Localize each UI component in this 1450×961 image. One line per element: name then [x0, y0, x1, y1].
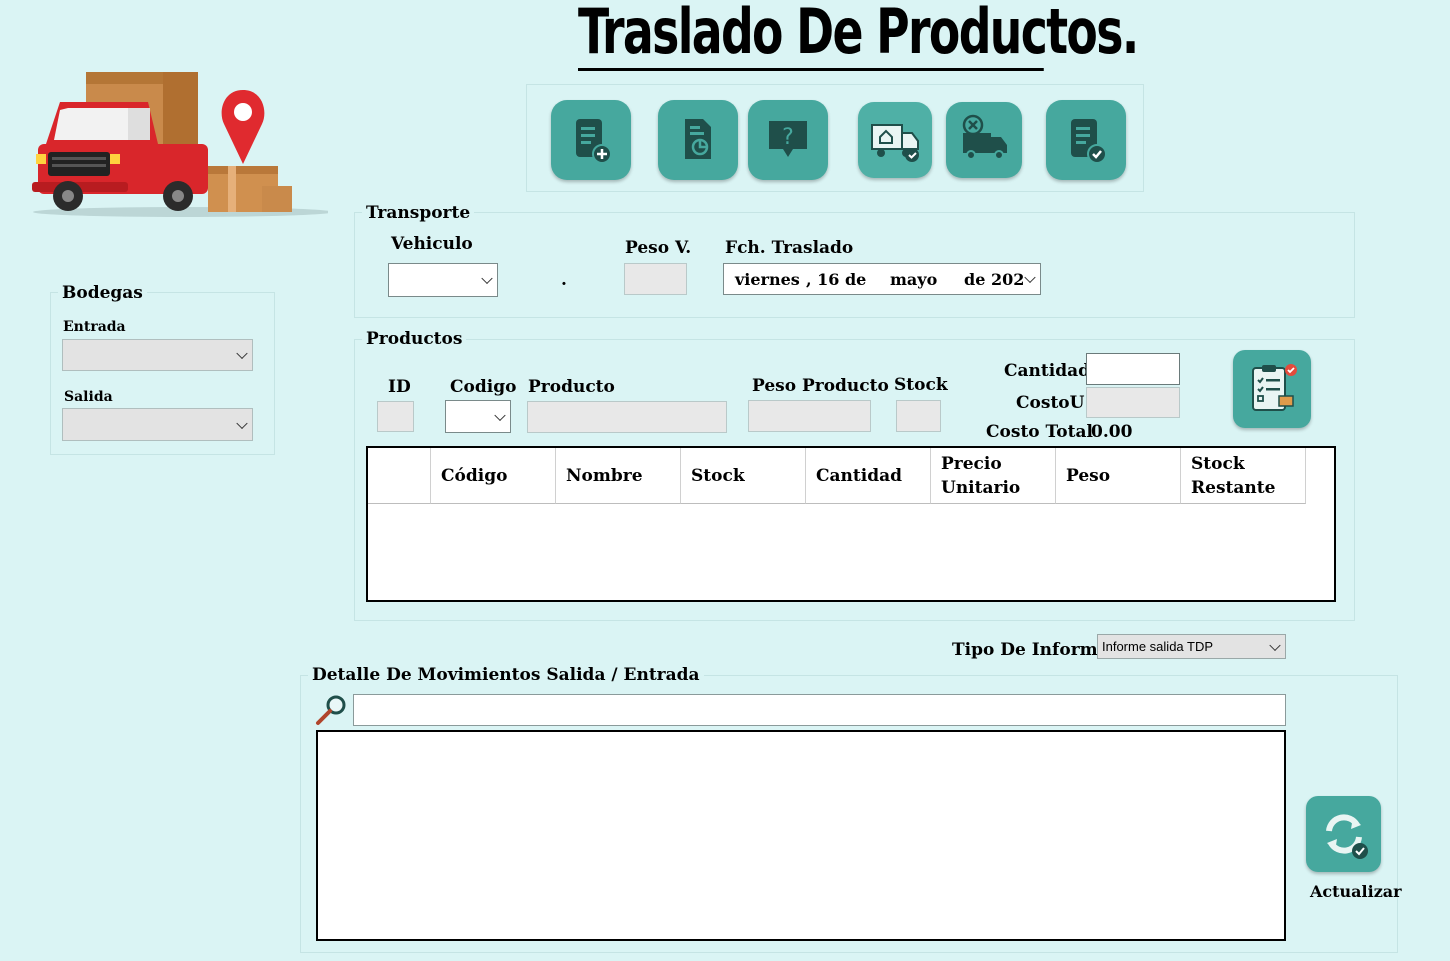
add-product-button[interactable] [1233, 350, 1311, 428]
chevron-down-icon [236, 347, 248, 360]
refresh-button[interactable] [1306, 796, 1381, 872]
refresh-icon [1325, 814, 1368, 859]
grid-header-stock[interactable]: Stock [681, 448, 806, 504]
fecha-day: viernes [735, 270, 800, 289]
help-button[interactable]: ? [748, 100, 828, 180]
chevron-down-icon [236, 417, 248, 429]
costou-field[interactable] [1086, 387, 1180, 418]
peso-producto-label: Peso Producto [752, 376, 889, 396]
costou-label: CostoU [1016, 393, 1085, 413]
peso-vehiculo-field[interactable] [624, 263, 687, 295]
entrada-select[interactable] [62, 339, 253, 371]
truck-delivered-button[interactable] [858, 102, 932, 178]
grid-header-codigo[interactable]: Código [431, 448, 556, 504]
truck-warehouse-check-icon [871, 124, 919, 162]
products-grid[interactable]: Código Nombre Stock Cantidad Precio Unit… [366, 446, 1336, 602]
salida-label: Salida [64, 389, 113, 405]
costo-total-label: Costo Total [986, 422, 1093, 442]
grid-header-cantidad[interactable]: Cantidad [806, 448, 931, 504]
truck-cancel-icon [962, 114, 1007, 160]
document-approve-button[interactable] [1046, 100, 1126, 180]
codigo-label: Codigo [450, 377, 517, 397]
grid-header-nombre[interactable]: Nombre [556, 448, 681, 504]
truck-logo-icon [18, 62, 333, 222]
fecha-sep: , 16 de [806, 270, 867, 289]
grid-row-header [368, 448, 431, 504]
entrada-label: Entrada [63, 319, 126, 335]
grid-header-peso[interactable]: Peso [1056, 448, 1181, 504]
svg-text:?: ? [782, 125, 794, 150]
codigo-select[interactable] [445, 400, 511, 433]
tipo-informe-select[interactable]: Informe salida TDP [1097, 634, 1286, 659]
help-question-icon: ? [769, 121, 807, 157]
document-check-icon [1071, 119, 1107, 164]
transporte-legend: Transporte [362, 203, 475, 223]
id-label: ID [388, 377, 411, 397]
fecha-month: mayo [890, 270, 938, 289]
fecha-traslado-picker[interactable]: viernes , 16 de mayo de 202 [723, 263, 1041, 295]
chevron-down-icon [494, 409, 506, 421]
stock-field[interactable] [896, 400, 941, 432]
truck-cancel-button[interactable] [946, 102, 1022, 178]
vehiculo-info-dot: . [561, 270, 567, 290]
actualizar-label: Actualizar [1310, 882, 1402, 901]
movements-grid[interactable] [316, 730, 1286, 941]
fecha-traslado-label: Fch. Traslado [725, 238, 854, 258]
grid-header-precio-unitario[interactable]: Precio Unitario [931, 448, 1056, 504]
bodegas-legend: Bodegas [58, 283, 147, 303]
costo-total-value: 0.00 [1091, 422, 1133, 442]
salida-select[interactable] [62, 408, 253, 441]
tipo-informe-label: Tipo De Informe. [952, 640, 1115, 660]
chevron-down-icon [1269, 639, 1281, 651]
vehiculo-label: Vehiculo [391, 234, 473, 254]
report-chart-icon [685, 119, 711, 159]
cantidad-label: Cantidad [1004, 361, 1091, 381]
document-add-icon [576, 119, 612, 164]
clipboard-checklist-icon [1252, 364, 1297, 411]
page-title: Traslado De Productos. [578, 0, 1139, 71]
new-document-button[interactable] [551, 100, 631, 180]
grid-header-stock-restante[interactable]: Stock Restante [1181, 448, 1306, 504]
search-input[interactable] [353, 694, 1286, 726]
producto-label: Producto [528, 377, 615, 397]
chevron-down-icon [481, 272, 493, 285]
report-button[interactable] [658, 100, 738, 180]
id-field[interactable] [377, 401, 414, 432]
productos-legend: Productos [362, 329, 467, 349]
peso-producto-field[interactable] [748, 400, 871, 432]
chevron-down-icon [1024, 271, 1036, 284]
peso-vehiculo-label: Peso V. [625, 238, 692, 258]
vehiculo-select[interactable] [388, 263, 498, 297]
producto-field[interactable] [527, 401, 727, 433]
search-icon [314, 692, 350, 726]
cantidad-field[interactable] [1086, 353, 1180, 385]
detalle-legend: Detalle De Movimientos Salida / Entrada [308, 665, 704, 685]
stock-label: Stock [894, 375, 948, 395]
fecha-year: de 202 [964, 270, 1025, 289]
